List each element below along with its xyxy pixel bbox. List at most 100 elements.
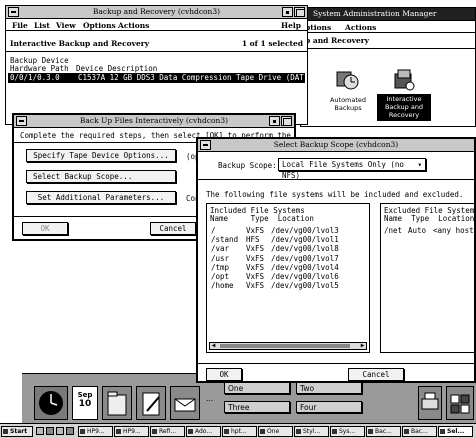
included-list[interactable]: Included File Systems Name Type Location… (206, 203, 370, 353)
quicklaunch-icon-2[interactable] (46, 427, 54, 435)
excluded-row[interactable]: /net Auto <any host> (383, 226, 476, 235)
workspace-dots: ... (206, 394, 214, 403)
bfi-window-menu-button[interactable] (16, 116, 27, 126)
style-manager-widget[interactable] (446, 386, 474, 420)
workspace-one-button[interactable]: One (224, 382, 290, 394)
included-name: /usr (211, 253, 230, 263)
bfi-maximize-button[interactable] (281, 116, 292, 126)
bfi-cancel-button[interactable]: Cancel (150, 222, 196, 235)
mail-widget[interactable] (170, 386, 200, 420)
taskbar-task-button[interactable]: Ado... (186, 426, 221, 437)
taskbar-task-button[interactable]: hpt... (222, 426, 257, 437)
sbs-ok-button[interactable]: OK (206, 368, 242, 381)
included-row[interactable]: /usr VxFS/dev/vg00/lvol7 (209, 254, 367, 263)
taskbar-task-button[interactable]: One (258, 426, 293, 437)
workspace-four-button[interactable]: Four (296, 401, 362, 413)
interactive-backup-label-3: Recovery (388, 111, 420, 119)
select-backup-scope-button[interactable]: Select Backup Scope... (26, 170, 176, 183)
automated-backups-item[interactable]: Automated Backups (323, 68, 373, 118)
included-scrollbar[interactable]: ◀ ▶ (209, 342, 367, 350)
taskbar-task-button[interactable]: HP9... (78, 426, 113, 437)
br-titlebar[interactable]: Backup and Recovery (cvhdcon3) (6, 6, 307, 19)
dropdown-arrow-icon: ▾ (417, 160, 422, 169)
sam-menu-options[interactable]: ptions (305, 23, 331, 32)
sbs-titlebar[interactable]: Select Backup Scope (cvhdcon3) (198, 139, 474, 152)
br-menu-actions[interactable]: Actions (118, 21, 149, 30)
backup-scope-dropdown[interactable]: Local File Systems Only (no NFS) ▾ (278, 158, 426, 180)
br-menu-view[interactable]: View (56, 21, 76, 30)
br-menu-options[interactable]: Options (83, 21, 116, 30)
printer-widget[interactable] (418, 386, 442, 420)
quicklaunch-icon-4[interactable] (66, 427, 74, 435)
calendar-month: Sep (77, 391, 93, 399)
backup-scope-value: Local File Systems Only (no NFS) (282, 160, 404, 180)
included-row[interactable]: /var VxFS/dev/vg00/lvol8 (209, 244, 367, 253)
included-name: /var (211, 244, 230, 254)
calendar-widget[interactable]: Sep 10 (72, 386, 98, 420)
excluded-loc: <any host> (433, 226, 476, 235)
set-additional-params-button[interactable]: Set Additional Parameters... (26, 191, 176, 204)
br-window-menu-button[interactable] (8, 7, 19, 17)
br-device-row[interactable]: 0/0/1/0.3.0 C1537A 12 GB DDS3 Data Compr… (8, 73, 307, 83)
included-type: VxFS (246, 272, 265, 281)
excluded-list[interactable]: Excluded File Systems Name Type Location… (380, 203, 476, 353)
included-type: VxFS (246, 253, 265, 263)
bfi-minimize-button[interactable] (269, 116, 280, 126)
br-maximize-button[interactable] (294, 7, 305, 17)
taskbar-task-button[interactable]: HP9... (114, 426, 149, 437)
included-row[interactable]: /home VxFS/dev/vg00/lvol5 (209, 281, 367, 290)
text-editor-widget[interactable] (136, 386, 166, 420)
included-name: /stand (211, 235, 239, 245)
sbs-window-menu-button[interactable] (200, 140, 211, 150)
included-type: VxFS (246, 262, 265, 272)
mail-icon (174, 398, 196, 412)
start-icon (3, 429, 8, 434)
text-editor-icon (142, 392, 160, 416)
scroll-thumb[interactable] (220, 344, 350, 348)
taskbar-task-button[interactable]: Bac... (366, 426, 401, 437)
included-type: VxFS (246, 244, 265, 254)
quicklaunch-icon-3[interactable] (56, 427, 64, 435)
taskbar-task-button[interactable]: Sys... (330, 426, 365, 437)
br-col-header-1b: Hardware Path (10, 64, 69, 73)
quicklaunch-icon-1[interactable] (36, 427, 44, 435)
sbs-cancel-button[interactable]: Cancel (348, 368, 404, 381)
file-manager-widget[interactable] (102, 386, 132, 420)
sam-titlebar[interactable]: System Administration Manager (cvhdcon3) (301, 8, 475, 30)
specify-tape-options-button[interactable]: Specify Tape Device Options... (26, 149, 176, 162)
included-type: HFS (246, 235, 260, 245)
br-sep (6, 51, 307, 52)
style-manager-icon (450, 394, 470, 414)
br-menu-help[interactable]: Help (281, 21, 301, 30)
workspace-two-button[interactable]: Two (296, 382, 362, 394)
br-menu-list[interactable]: List (34, 21, 50, 30)
included-row[interactable]: /stand HFS/dev/vg00/lvol1 (209, 235, 367, 244)
bfi-ok-button[interactable]: OK (22, 222, 68, 235)
scroll-left-icon[interactable]: ◀ (210, 343, 217, 349)
excluded-rows: /net Auto <any host> (381, 226, 476, 286)
interactive-backup-item[interactable]: Interactive Backup and Recovery (377, 68, 431, 126)
file-manager-icon (107, 391, 127, 416)
taskbar-task-button[interactable]: Bac... (402, 426, 437, 437)
bfi-titlebar[interactable]: Back Up Files Interactively (cvhdcon3) (14, 115, 294, 128)
included-row[interactable]: /tmp VxFS/dev/vg00/lvol4 (209, 263, 367, 272)
included-loc: /dev/vg00/lvol6 (271, 272, 339, 281)
br-menu-file[interactable]: File (12, 21, 28, 30)
br-title: Backup and Recovery (cvhdcon3) (92, 7, 221, 16)
sbs-sep-bottom (198, 363, 474, 364)
included-row[interactable]: /opt VxFS/dev/vg00/lvol6 (209, 272, 367, 281)
br-col-header-2: Device Description (76, 64, 158, 73)
printer-icon (421, 392, 439, 410)
taskbar-task-button[interactable]: Sel... (438, 426, 473, 437)
sam-menu-actions[interactable]: Actions (345, 23, 376, 32)
included-type: VxFS (246, 281, 265, 291)
included-row[interactable]: / VxFS/dev/vg00/lvol3 (209, 226, 367, 235)
clock-widget[interactable] (34, 386, 68, 420)
workspace-three-button[interactable]: Three (224, 401, 290, 413)
br-minimize-button[interactable] (282, 7, 293, 17)
scroll-right-icon[interactable]: ▶ (359, 343, 366, 349)
start-button[interactable]: Start (1, 426, 33, 437)
backup-recovery-window: Backup and Recovery (cvhdcon3) File List… (5, 5, 308, 125)
taskbar-task-button[interactable]: Refi... (150, 426, 185, 437)
taskbar-task-button[interactable]: Styl... (294, 426, 329, 437)
